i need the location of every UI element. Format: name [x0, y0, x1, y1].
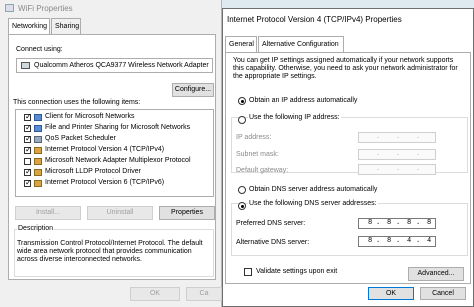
protocol-icon [34, 158, 42, 165]
ipv4-ok-button[interactable]: OK [368, 287, 414, 300]
ip-address-label: IP address: [236, 134, 272, 141]
obtain-dns-auto-radio[interactable] [238, 186, 246, 194]
protocol-icon [34, 169, 42, 176]
configure-button[interactable]: Configure... [172, 83, 214, 97]
protocol-icon [34, 147, 42, 154]
description-text: Transmission Control Protocol/Internet P… [17, 240, 203, 263]
item-label: Internet Protocol Version 4 (TCP/IPv4) [45, 146, 165, 153]
dns-group: Use the following DNS server addresses: … [231, 200, 468, 256]
properties-button[interactable]: Properties [159, 206, 215, 220]
items-label: This connection uses the following items… [13, 99, 141, 106]
subnet-mask-label: Subnet mask: [236, 151, 279, 158]
item-checkbox[interactable] [24, 158, 31, 165]
validate-label[interactable]: Validate settings upon exit [256, 268, 337, 275]
connect-using-label: Connect using: [16, 46, 63, 53]
ip-address-group: Use the following IP address: IP address… [231, 114, 468, 175]
protocol-icon [34, 180, 42, 187]
wifi-title: WiFi Properties [18, 4, 73, 13]
ipv4-titlebar[interactable]: Internet Protocol Version 4 (TCP/IPv4) P… [223, 9, 473, 25]
items-list[interactable]: Client for Microsoft Networks File and P… [15, 109, 214, 197]
alternate-dns-field[interactable]: 8 . 8 . 4 . 4 [358, 236, 436, 247]
obtain-dns-auto-label[interactable]: Obtain DNS server address automatically [249, 186, 377, 193]
item-label: Microsoft Network Adapter Multiplexor Pr… [45, 157, 191, 164]
obtain-ip-auto-label[interactable]: Obtain an IP address automatically [249, 97, 357, 104]
default-gateway-label: Default gateway: [236, 167, 289, 174]
wifi-ok-button[interactable]: OK [130, 287, 180, 301]
tab-general[interactable]: General [225, 36, 257, 53]
item-label: Internet Protocol Version 6 (TCP/IPv6) [45, 179, 165, 186]
item-label: Client for Microsoft Networks [45, 113, 135, 120]
item-label: File and Printer Sharing for Microsoft N… [45, 124, 191, 131]
ipv4-title: Internet Protocol Version 4 (TCP/IPv4) P… [227, 15, 402, 24]
adapter-box: Qualcomm Atheros QCA9377 Wireless Networ… [16, 58, 213, 73]
wifi-properties-window: WiFi Properties Networking Sharing Conne… [0, 0, 222, 307]
description-group: Description Transmission Control Protoco… [14, 225, 214, 277]
alternate-dns-label: Alternative DNS server: [236, 239, 310, 246]
use-following-dns-label[interactable]: Use the following DNS server addresses: [248, 200, 378, 207]
use-following-ip-label[interactable]: Use the following IP address: [248, 114, 341, 121]
item-label: Microsoft LLDP Protocol Driver [45, 168, 141, 175]
item-checkbox[interactable] [24, 123, 32, 133]
networking-panel: Connect using: Qualcomm Atheros QCA9377 … [8, 34, 216, 280]
network-icon [5, 4, 14, 12]
item-checkbox[interactable] [24, 134, 32, 144]
ipv4-properties-window: Internet Protocol Version 4 (TCP/IPv4) P… [222, 8, 474, 307]
preferred-dns-label: Preferred DNS server: [236, 220, 306, 227]
client-icon [34, 114, 42, 121]
general-panel: You can get IP settings assigned automat… [225, 52, 471, 284]
description-label: Description [17, 225, 55, 232]
ipv4-cancel-button[interactable]: Cancel [420, 287, 466, 300]
obtain-ip-auto-radio[interactable] [238, 97, 246, 105]
item-checkbox[interactable] [24, 112, 32, 122]
use-following-ip-radio[interactable] [238, 116, 246, 124]
install-button[interactable]: Install... [15, 206, 81, 220]
ip-address-field[interactable]: ... [358, 132, 436, 143]
preferred-dns-field[interactable]: 8 . 8 . 8 . 8 [358, 218, 436, 229]
wifi-titlebar[interactable]: WiFi Properties [0, 0, 221, 16]
intro-text: You can get IP settings assigned automat… [233, 57, 458, 80]
tab-sharing[interactable]: Sharing [51, 18, 81, 34]
item-checkbox[interactable] [24, 178, 32, 188]
default-gateway-field[interactable]: ... [358, 164, 436, 175]
subnet-mask-field[interactable]: ... [358, 149, 436, 160]
adapter-icon [21, 62, 30, 69]
item-checkbox[interactable] [24, 167, 32, 177]
item-checkbox[interactable] [24, 145, 32, 155]
tab-alternative-configuration[interactable]: Alternative Configuration [258, 36, 344, 52]
adapter-name: Qualcomm Atheros QCA9377 Wireless Networ… [34, 62, 209, 69]
advanced-button[interactable]: Advanced... [408, 267, 464, 281]
tab-networking[interactable]: Networking [8, 18, 50, 35]
wifi-cancel-button[interactable]: Ca [186, 287, 222, 301]
validate-checkbox[interactable] [244, 268, 252, 276]
item-label: QoS Packet Scheduler [45, 135, 116, 142]
uninstall-button[interactable]: Uninstall [87, 206, 153, 220]
use-following-dns-radio[interactable] [238, 202, 246, 210]
service-icon [34, 136, 42, 143]
client-icon [34, 125, 42, 132]
